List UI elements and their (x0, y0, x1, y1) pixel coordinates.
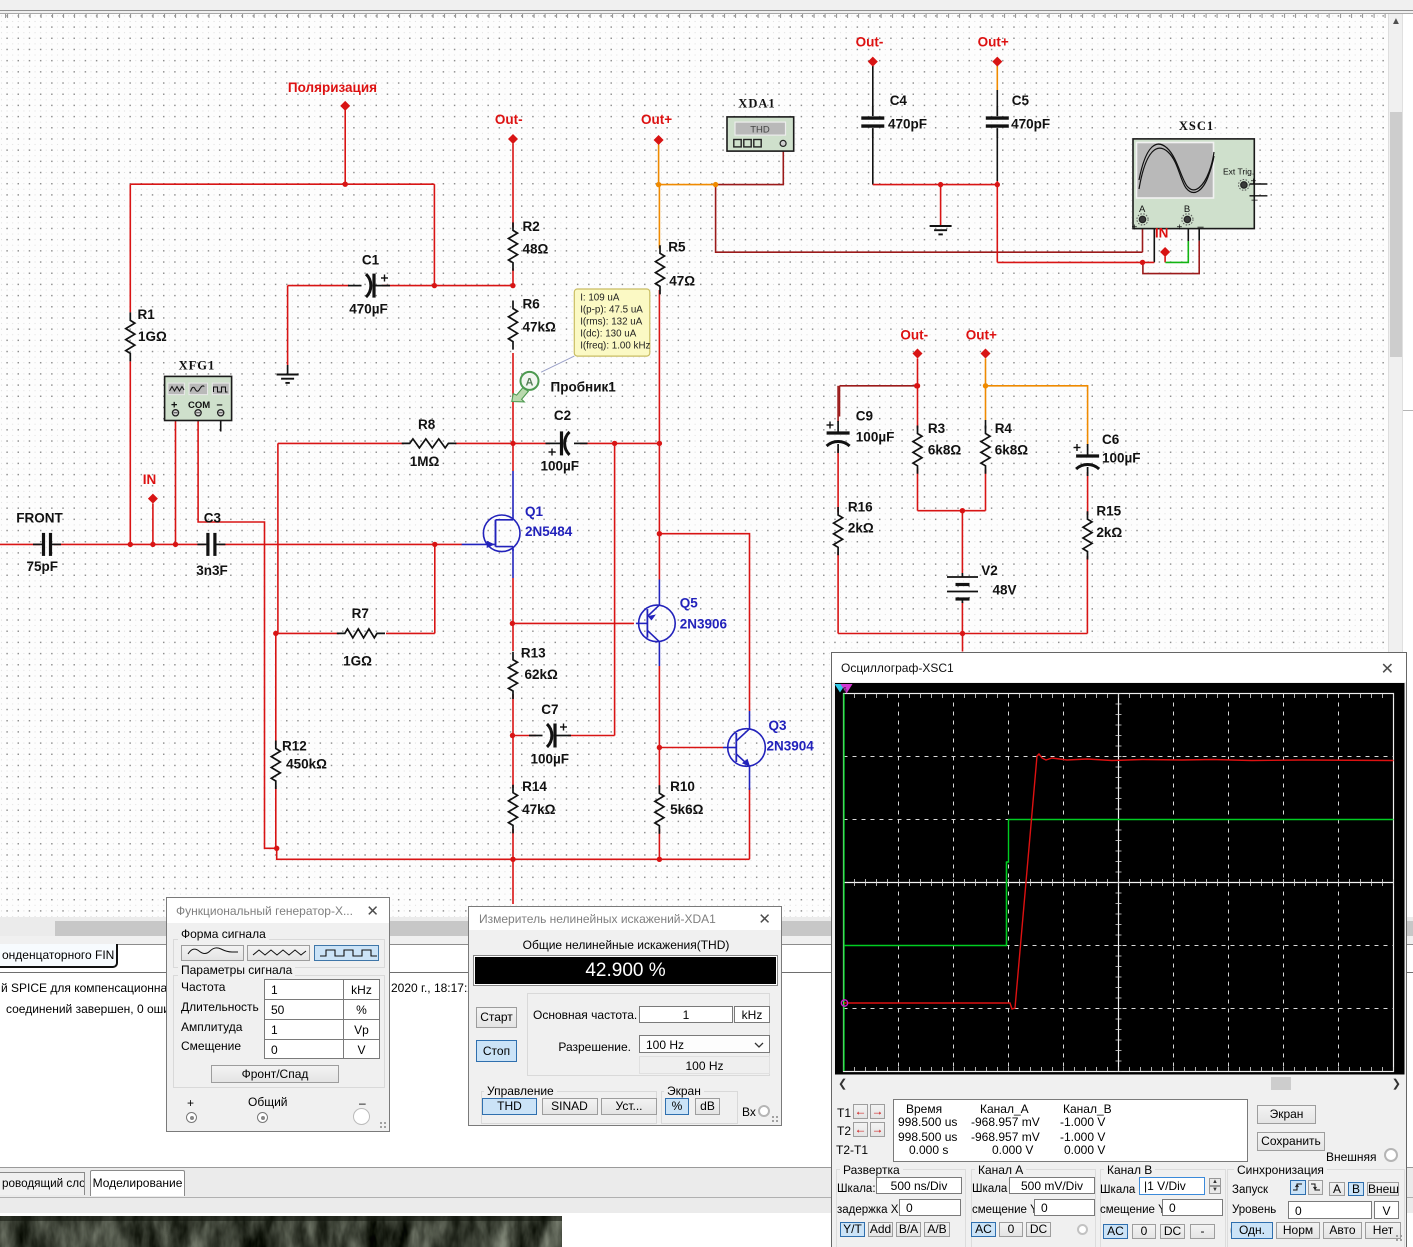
svg-text:6: 6 (843, 687, 847, 694)
